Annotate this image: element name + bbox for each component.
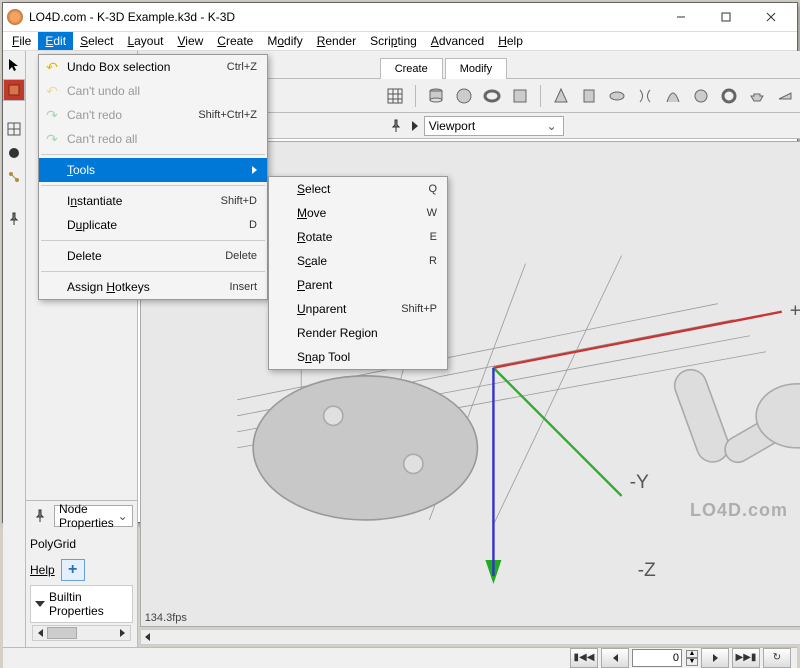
torus-icon[interactable] bbox=[481, 85, 503, 107]
nav-loop-button[interactable]: ↻ bbox=[763, 648, 791, 668]
menu-tools[interactable]: Tools bbox=[39, 158, 267, 182]
chevron-down-icon bbox=[35, 601, 45, 607]
edit-dropdown: ↶ Undo Box selectionCtrl+Z ↶ Can't undo … bbox=[38, 54, 268, 300]
menu-redo[interactable]: ↷ Can't redoShift+Ctrl+Z bbox=[39, 103, 267, 127]
tab-modify[interactable]: Modify bbox=[445, 58, 507, 79]
panel-type-combo[interactable]: Node Properties ⌄ bbox=[54, 505, 133, 527]
tool-move[interactable]: MoveW bbox=[269, 201, 447, 225]
tool-parent[interactable]: Parent bbox=[269, 273, 447, 297]
menu-create[interactable]: Create bbox=[210, 32, 260, 50]
grid-shape-icon[interactable] bbox=[384, 85, 406, 107]
svg-text:-Z: -Z bbox=[637, 560, 655, 581]
help-link[interactable]: Help bbox=[30, 563, 55, 577]
tab-create[interactable]: Create bbox=[380, 58, 443, 79]
sphere2-icon[interactable] bbox=[690, 85, 712, 107]
menu-select[interactable]: Select bbox=[73, 32, 120, 50]
menu-delete[interactable]: DeleteDelete bbox=[39, 244, 267, 268]
panel-type-label: Node Properties bbox=[59, 502, 118, 530]
menu-undo[interactable]: ↶ Undo Box selectionCtrl+Z bbox=[39, 55, 267, 79]
cylinder-icon[interactable] bbox=[425, 85, 447, 107]
tool-rotate[interactable]: RotateE bbox=[269, 225, 447, 249]
maximize-button[interactable] bbox=[703, 3, 748, 31]
scroll-thumb[interactable] bbox=[47, 627, 77, 639]
pin-icon[interactable] bbox=[4, 209, 24, 229]
teapot-icon[interactable] bbox=[746, 85, 768, 107]
frame-spinner[interactable]: ▲▼ bbox=[686, 650, 698, 666]
menu-render[interactable]: Render bbox=[310, 32, 363, 50]
menu-view[interactable]: View bbox=[170, 32, 210, 50]
builtin-properties-expander[interactable]: Builtin Properties bbox=[30, 585, 133, 623]
plane-icon[interactable] bbox=[774, 85, 796, 107]
svg-text:-Y: -Y bbox=[629, 472, 648, 493]
disk-icon[interactable] bbox=[606, 85, 628, 107]
menu-redo-all[interactable]: ↷ Can't redo all bbox=[39, 127, 267, 151]
hierarchy-icon[interactable] bbox=[4, 167, 24, 187]
chevron-down-icon: ⌄ bbox=[118, 509, 128, 523]
tool-snap[interactable]: Snap Tool bbox=[269, 345, 447, 369]
titlebar: LO4D.com - K-3D Example.k3d - K-3D bbox=[3, 3, 797, 32]
section-label: Builtin Properties bbox=[49, 590, 128, 618]
menu-undo-all[interactable]: ↶ Can't undo all bbox=[39, 79, 267, 103]
cylinder2-icon[interactable] bbox=[578, 85, 600, 107]
scroll-right-icon[interactable] bbox=[116, 626, 130, 640]
menu-file[interactable]: File bbox=[5, 32, 38, 50]
cube-icon[interactable] bbox=[509, 85, 531, 107]
tool-render-region[interactable]: Render Region bbox=[269, 321, 447, 345]
sphere-panel-icon[interactable] bbox=[4, 143, 24, 163]
cube-tool[interactable] bbox=[3, 79, 25, 101]
cone-icon[interactable] bbox=[550, 85, 572, 107]
close-button[interactable] bbox=[748, 3, 793, 31]
app-icon bbox=[7, 9, 23, 25]
viewport-combo[interactable]: Viewport ⌄ bbox=[424, 116, 564, 136]
redo-icon: ↷ bbox=[44, 131, 60, 147]
tool-scale[interactable]: ScaleR bbox=[269, 249, 447, 273]
window-title: LO4D.com - K-3D Example.k3d - K-3D bbox=[29, 10, 658, 24]
undo-icon: ↶ bbox=[44, 83, 60, 99]
left-vertical-toolbar bbox=[3, 51, 26, 647]
submenu-arrow-icon bbox=[252, 166, 257, 174]
chevron-down-icon: ⌄ bbox=[545, 119, 559, 133]
frame-input[interactable] bbox=[632, 649, 682, 667]
menu-instantiate[interactable]: InstantiateShift+D bbox=[39, 189, 267, 213]
horizontal-scrollbar[interactable] bbox=[32, 625, 131, 641]
menu-scripting[interactable]: Scripting bbox=[363, 32, 424, 50]
redo-icon: ↷ bbox=[44, 107, 60, 123]
nav-next-button[interactable] bbox=[701, 648, 729, 668]
viewport-scrollbar[interactable] bbox=[140, 629, 800, 645]
tools-submenu: SelectQ MoveW RotateE ScaleR Parent Unpa… bbox=[268, 176, 448, 370]
object-name: PolyGrid bbox=[30, 533, 133, 555]
undo-icon: ↶ bbox=[44, 59, 60, 75]
sphere-icon[interactable] bbox=[453, 85, 475, 107]
add-property-button[interactable]: + bbox=[61, 559, 85, 581]
menu-duplicate[interactable]: DuplicateD bbox=[39, 213, 267, 237]
hyperboloid-icon[interactable] bbox=[634, 85, 656, 107]
statusbar: ▮◀◀ ▲▼ ▶▶▮ ↻ bbox=[3, 647, 797, 668]
scroll-left-icon[interactable] bbox=[33, 626, 47, 640]
menu-hotkeys[interactable]: Assign HotkeysInsert bbox=[39, 275, 267, 299]
menu-layout[interactable]: Layout bbox=[120, 32, 170, 50]
pointer-tool[interactable] bbox=[4, 55, 24, 75]
grid-icon[interactable] bbox=[4, 119, 24, 139]
tool-unparent[interactable]: UnparentShift+P bbox=[269, 297, 447, 321]
viewport-pin-icon[interactable] bbox=[386, 116, 406, 136]
tool-select[interactable]: SelectQ bbox=[269, 177, 447, 201]
svg-text:+X: +X bbox=[789, 301, 800, 322]
nav-last-button[interactable]: ▶▶▮ bbox=[732, 648, 760, 668]
menu-edit[interactable]: Edit bbox=[38, 32, 73, 50]
nav-prev-button[interactable] bbox=[601, 648, 629, 668]
pin-icon-2[interactable] bbox=[30, 506, 50, 526]
fps-label: 134.3fps bbox=[145, 612, 187, 624]
minimize-button[interactable] bbox=[658, 3, 703, 31]
play-icon[interactable] bbox=[412, 121, 418, 131]
menu-help[interactable]: Help bbox=[491, 32, 530, 50]
torus2-icon[interactable] bbox=[718, 85, 740, 107]
viewport-label: Viewport bbox=[429, 119, 475, 133]
paraboloid-icon[interactable] bbox=[662, 85, 684, 107]
nav-first-button[interactable]: ▮◀◀ bbox=[570, 648, 598, 668]
menu-advanced[interactable]: Advanced bbox=[424, 32, 491, 50]
menu-modify[interactable]: Modify bbox=[260, 32, 309, 50]
menubar: File Edit Select Layout View Create Modi… bbox=[3, 32, 797, 51]
